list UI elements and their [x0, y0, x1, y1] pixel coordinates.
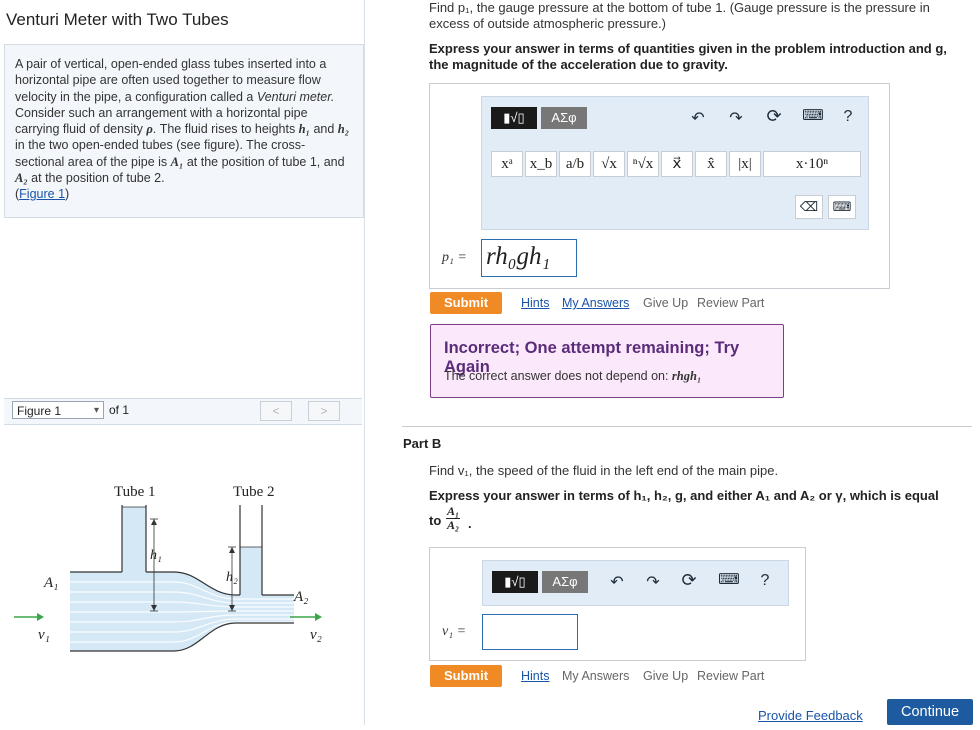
intro-italic: Venturi meter. — [256, 89, 335, 104]
gamma-fraction: A₁ A₂ — [446, 504, 461, 532]
greek-button[interactable]: ΑΣφ — [541, 107, 587, 129]
templates-button-b[interactable]: ▮√▯ — [492, 571, 538, 593]
reset-icon[interactable]: ⟳ — [679, 570, 699, 591]
figure-link[interactable]: Figure 1 — [19, 187, 65, 201]
a1-label: A₁ — [43, 575, 58, 591]
vector-button[interactable]: x⃗ — [661, 151, 693, 177]
continue-button[interactable]: Continue — [887, 699, 973, 725]
v1-label: v₁ — [38, 627, 50, 643]
backspace-icon[interactable]: ⌫ — [795, 195, 823, 219]
provide-feedback-link[interactable]: Provide Feedback — [758, 708, 863, 723]
unit-vector-button[interactable]: x̂ — [695, 151, 727, 177]
part-b-answer-box: ▮√▯ ΑΣφ ↶ ↷ ⟳ ⌨ ? v₁ = — [429, 547, 806, 661]
part-a-hints-link[interactable]: Hints — [521, 296, 549, 310]
figure-select-value: Figure 1 — [17, 404, 62, 418]
venturi-figure: Tube 1 Tube 2 h₁ h₂ A₁ A₂ v₁ v₂ — [14, 484, 322, 652]
figure-toolbar: Figure 1 ▾ of 1 < > — [4, 398, 362, 425]
help-button[interactable]: ? — [840, 108, 856, 126]
tube1-label: Tube 1 — [114, 484, 156, 500]
part-b-my-answers-link[interactable]: My Answers — [562, 669, 629, 683]
feedback-body: The correct answer does not depend on: r… — [444, 369, 701, 384]
part-a-submit-button[interactable]: Submit — [430, 292, 502, 314]
problem-panel: Venturi Meter with Two Tubes A pair of v… — [0, 0, 365, 726]
part-b-instruction: Express your answer in terms of h₁, h₂, … — [429, 488, 939, 503]
subscript-button[interactable]: x_b — [525, 151, 557, 177]
math-toolbar-b: ▮√▯ ΑΣφ ↶ ↷ ⟳ ⌨ ? — [482, 560, 789, 606]
sqrt-button[interactable]: √x — [593, 151, 625, 177]
part-b-give-up-link[interactable]: Give Up — [643, 669, 688, 683]
part-b-hints-link[interactable]: Hints — [521, 669, 549, 683]
next-figure-button[interactable]: > — [308, 401, 340, 421]
feedback-variable: rhgh₁ — [671, 369, 702, 383]
part-b-instruction-tail: to — [429, 513, 441, 529]
feedback-text: The correct answer does not depend on: — [444, 369, 672, 383]
templates-button[interactable]: ▮√▯ — [491, 107, 537, 129]
problem-title: Venturi Meter with Two Tubes — [6, 10, 229, 29]
v1-label: v₁ = — [442, 624, 467, 639]
part-a-question: Find p₁, the gauge pressure at the botto… — [429, 0, 930, 31]
part-b-title: Part B — [403, 436, 442, 451]
undo-icon[interactable]: ↶ — [607, 572, 627, 592]
tube2-label: Tube 2 — [233, 484, 275, 500]
part-a-review-link[interactable]: Review Part — [697, 296, 764, 310]
part-a-give-up-link[interactable]: Give Up — [643, 296, 688, 310]
keyboard-icon[interactable]: ⌨ — [717, 570, 741, 588]
redo-icon[interactable]: ↷ — [726, 108, 746, 128]
a1-symbol: A₁ — [170, 154, 184, 169]
a2-label: A₂ — [293, 589, 308, 605]
chevron-down-icon: ▾ — [93, 405, 99, 416]
reset-icon[interactable]: ⟳ — [764, 106, 784, 127]
period: . — [468, 516, 472, 531]
p1-answer-value: rh₀gh₁ — [486, 243, 551, 270]
h2-symbol: h₂ — [337, 122, 350, 137]
figure-count: of 1 — [109, 403, 130, 417]
help-button-b[interactable]: ? — [757, 572, 773, 590]
part-a-instruction: Express your answer in terms of quantiti… — [429, 41, 947, 72]
greek-button-b[interactable]: ΑΣφ — [542, 571, 588, 593]
intro-text: and — [309, 122, 338, 137]
v1-input[interactable] — [482, 614, 578, 650]
redo-icon[interactable]: ↷ — [643, 572, 663, 592]
undo-icon[interactable]: ↶ — [688, 108, 708, 128]
abs-button[interactable]: |x| — [729, 151, 761, 177]
nth-root-button[interactable]: ⁿ√x — [627, 151, 659, 177]
intro-text: . The fluid rises to heights — [152, 122, 299, 137]
keyboard-icon[interactable]: ⌨ — [801, 106, 825, 124]
part-b-instruction-to: to — [429, 513, 442, 528]
fraction-button[interactable]: a/b — [559, 151, 591, 177]
v2-label: v₂ — [310, 627, 322, 643]
part-a-my-answers-link[interactable]: My Answers — [562, 296, 629, 310]
keyboard-toggle-icon[interactable]: ⌨ — [828, 195, 856, 219]
part-b-review-link[interactable]: Review Part — [697, 669, 764, 683]
p1-input[interactable]: rh₀gh₁ — [481, 239, 577, 277]
prev-figure-button[interactable]: < — [260, 401, 292, 421]
figure-panel: Tube 1 Tube 2 h₁ h₂ A₁ A₂ v₁ v₂ — [4, 424, 362, 726]
fraction-denominator: A₂ — [447, 518, 460, 532]
h1-label: h₁ — [150, 548, 162, 563]
a2-symbol: A₂ — [15, 171, 28, 186]
part-b-divider — [402, 426, 972, 427]
math-toolbar: ▮√▯ ΑΣφ ↶ ↷ ⟳ ⌨ ? xᵃ x_b a/b √x ⁿ√x x⃗ x… — [481, 96, 869, 230]
part-b-submit-button[interactable]: Submit — [430, 665, 502, 687]
feedback-box: Incorrect; One attempt remaining; Try Ag… — [430, 324, 784, 398]
superscript-button[interactable]: xᵃ — [491, 151, 523, 177]
problem-intro: A pair of vertical, open-ended glass tub… — [4, 44, 364, 218]
intro-text: at the position of tube 1, and — [183, 154, 345, 169]
fraction-numerator: A₁ — [446, 504, 461, 519]
part-a-answer-box: ▮√▯ ΑΣφ ↶ ↷ ⟳ ⌨ ? xᵃ x_b a/b √x ⁿ√x x⃗ x… — [429, 83, 890, 289]
p1-label: p₁ = — [442, 250, 467, 265]
intro-text: at the position of tube 2. — [27, 171, 165, 186]
part-b-question: Find v₁, the speed of the fluid in the l… — [429, 463, 779, 478]
h2-label: h₂ — [226, 570, 238, 585]
figure-select[interactable]: Figure 1 ▾ — [12, 401, 104, 419]
sci-notation-button[interactable]: x·10ⁿ — [763, 151, 861, 177]
h1-symbol: h₁ — [298, 122, 310, 137]
